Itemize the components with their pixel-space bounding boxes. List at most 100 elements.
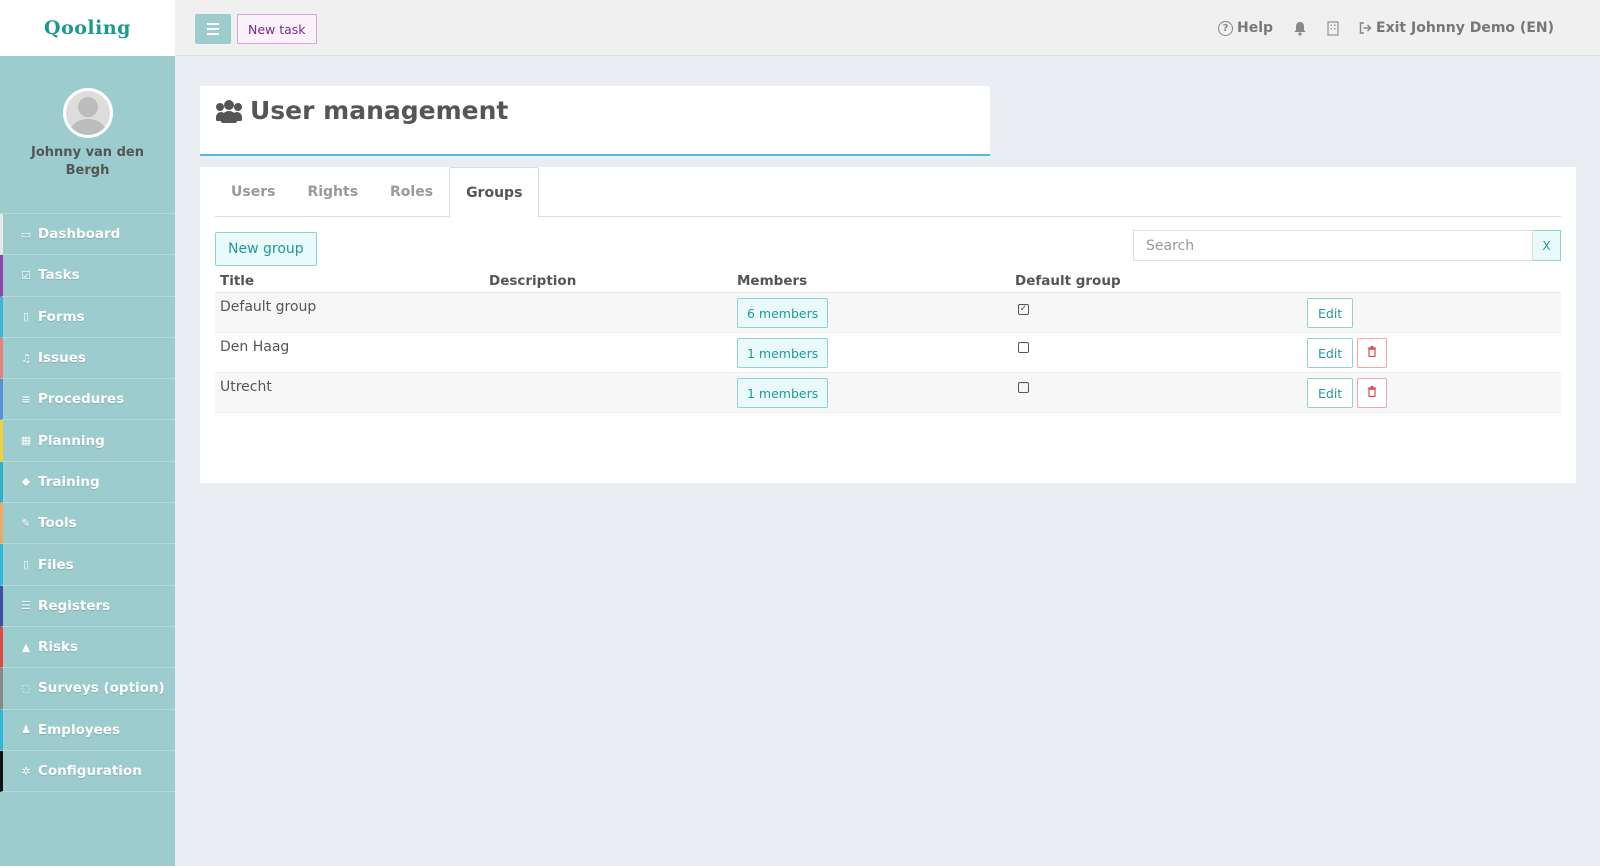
tabs: Users Rights Roles Groups — [215, 167, 1561, 218]
row-actions: Edit — [1307, 333, 1561, 372]
sidebar-item-label: Issues — [38, 350, 86, 367]
sidebar-item-surveys-option[interactable]: ◌ Surveys (option) — [0, 668, 175, 710]
sidebar-item-risks[interactable]: ▲ Risks — [0, 626, 175, 669]
sidebar-item-label: Tasks — [38, 267, 80, 284]
exit-demo-link[interactable]: Exit Johnny Demo (EN) — [1359, 20, 1554, 36]
gear-icon: ✲ — [21, 764, 31, 778]
sidebar-item-issues[interactable]: ♫ Issues — [0, 337, 175, 380]
user-profile: Johnny van den Bergh — [0, 56, 175, 214]
monitor-icon: ▭ — [20, 227, 32, 241]
column-header-actions — [1307, 278, 1561, 283]
bell-icon — [1294, 21, 1306, 36]
column-header-title: Title — [220, 272, 255, 289]
avatar[interactable] — [62, 88, 113, 138]
trash-icon — [1367, 386, 1377, 400]
topbar: New task ? Help Exit Johnny Demo (EN) — [175, 0, 1600, 56]
users-icon: ♟ — [21, 723, 31, 737]
sidebar-item-procedures[interactable]: ≡ Procedures — [0, 379, 175, 421]
members-cell: 1 members — [737, 373, 1015, 412]
file-pdf-icon: ▯ — [22, 558, 30, 572]
edit-button[interactable]: Edit — [1307, 378, 1354, 408]
sidebar-item-label: Configuration — [38, 763, 142, 779]
menu-toggle-button[interactable] — [195, 14, 231, 44]
sidebar-item-files[interactable]: ▯ Files — [0, 544, 175, 586]
default-group-cell: ✓ — [1015, 293, 1307, 332]
sidebar-item-configuration[interactable]: ✲ Configuration — [0, 750, 175, 793]
sidebar-item-label: Training — [38, 473, 100, 490]
sidebar-item-employees[interactable]: ♟ Employees — [0, 709, 175, 751]
sidebar-item-label: Tools — [38, 515, 77, 532]
sidebar-item-label: Files — [38, 556, 74, 573]
sidebar-item-label: Forms — [38, 308, 85, 325]
comments-icon: ◌ — [21, 681, 31, 695]
graduation-cap-icon: ◆ — [21, 475, 31, 489]
page-title-text: User management — [250, 96, 509, 125]
tab-roles[interactable]: Roles — [374, 167, 449, 217]
edit-button[interactable]: Edit — [1307, 338, 1354, 368]
check-square-icon: ☑ — [21, 268, 31, 282]
sidebar-item-label: Risks — [38, 639, 79, 656]
table-row: Default group 6 members ✓ Edit — [215, 293, 1561, 333]
unchecked-checkbox-icon[interactable] — [1018, 342, 1029, 353]
groups-panel: UsersRightsRolesGroups New group X Title… — [200, 167, 1576, 483]
tab-users[interactable]: Users — [215, 167, 291, 217]
sidebar-item-label: Registers — [38, 597, 111, 614]
delete-button[interactable] — [1357, 378, 1388, 408]
new-task-button[interactable]: New task — [237, 14, 317, 44]
group-description — [489, 373, 737, 412]
table-row: Utrecht 1 members Edit — [215, 373, 1561, 413]
notifications-button[interactable] — [1293, 21, 1307, 36]
members-button[interactable]: 1 members — [737, 338, 829, 368]
sidebar: Qooling Johnny van den Bergh ▭ Dashboard ☑… — [0, 0, 175, 866]
default-group-cell — [1015, 333, 1307, 372]
checked-checkbox-icon[interactable]: ✓ — [1018, 304, 1029, 315]
group-description — [489, 333, 737, 372]
members-button[interactable]: 6 members — [737, 298, 829, 328]
members-cell: 1 members — [737, 333, 1015, 372]
profile-name: Johnny van den Bergh — [31, 145, 144, 178]
calendar-icon: ▦ — [20, 434, 32, 448]
sidebar-item-label: Procedures — [38, 391, 125, 408]
sidebar-item-training[interactable]: ◆ Training — [0, 461, 175, 504]
file-icon: ▯ — [22, 310, 30, 324]
search-clear-button[interactable]: X — [1533, 230, 1561, 261]
sidebar-item-tasks[interactable]: ☑ Tasks — [0, 255, 175, 297]
column-header-description: Description — [489, 272, 577, 289]
sidebar-item-registers[interactable]: ☰ Registers — [0, 585, 175, 627]
sidebar-item-planning[interactable]: ▦ Planning — [0, 420, 175, 462]
row-actions: Edit — [1307, 373, 1561, 412]
help-link[interactable]: ? Help — [1217, 20, 1273, 36]
table-header: Title Description Members Default group — [215, 269, 1561, 293]
table-row: Den Haag 1 members Edit — [215, 333, 1561, 373]
trash-icon — [1367, 346, 1377, 360]
logo[interactable]: Qooling — [0, 0, 175, 56]
unchecked-checkbox-icon[interactable] — [1018, 382, 1029, 393]
sidebar-item-dashboard[interactable]: ▭ Dashboard — [0, 214, 175, 256]
tab-rights[interactable]: Rights — [291, 167, 374, 217]
group-title: Den Haag — [220, 339, 290, 355]
delete-button[interactable] — [1357, 338, 1388, 368]
groups-table: Title Description Members Default group … — [215, 269, 1561, 413]
building-icon — [1327, 20, 1339, 36]
logo-text: Qooling — [44, 17, 131, 39]
group-description — [489, 293, 737, 332]
tab-groups[interactable]: Groups — [449, 167, 540, 218]
new-group-button[interactable]: New group — [215, 232, 317, 266]
row-actions: Edit — [1307, 293, 1561, 332]
search-input[interactable] — [1133, 230, 1533, 261]
column-header-default-group: Default group — [1015, 272, 1121, 289]
exit-label: Exit Johnny Demo (EN) — [1376, 20, 1554, 36]
page-header: User management — [200, 86, 990, 156]
topbar-actions: ? Help Exit Johnny Demo (EN) — [1217, 0, 1554, 56]
members-cell: 6 members — [737, 293, 1015, 332]
sidebar-item-label: Employees — [38, 721, 121, 738]
building-button[interactable] — [1327, 20, 1339, 36]
members-button[interactable]: 1 members — [737, 378, 829, 408]
default-group-cell — [1015, 373, 1307, 412]
sign-out-icon — [1359, 22, 1372, 34]
sidebar-item-tools[interactable]: ✎ Tools — [0, 503, 175, 545]
edit-button[interactable]: Edit — [1307, 298, 1354, 328]
bell-icon: ♫ — [21, 351, 31, 365]
sidebar-nav: ▭ Dashboard ☑ Tasks ▯ Forms ♫ Issues ≡ Procedures… — [0, 214, 175, 793]
sidebar-item-forms[interactable]: ▯ Forms — [0, 296, 175, 338]
